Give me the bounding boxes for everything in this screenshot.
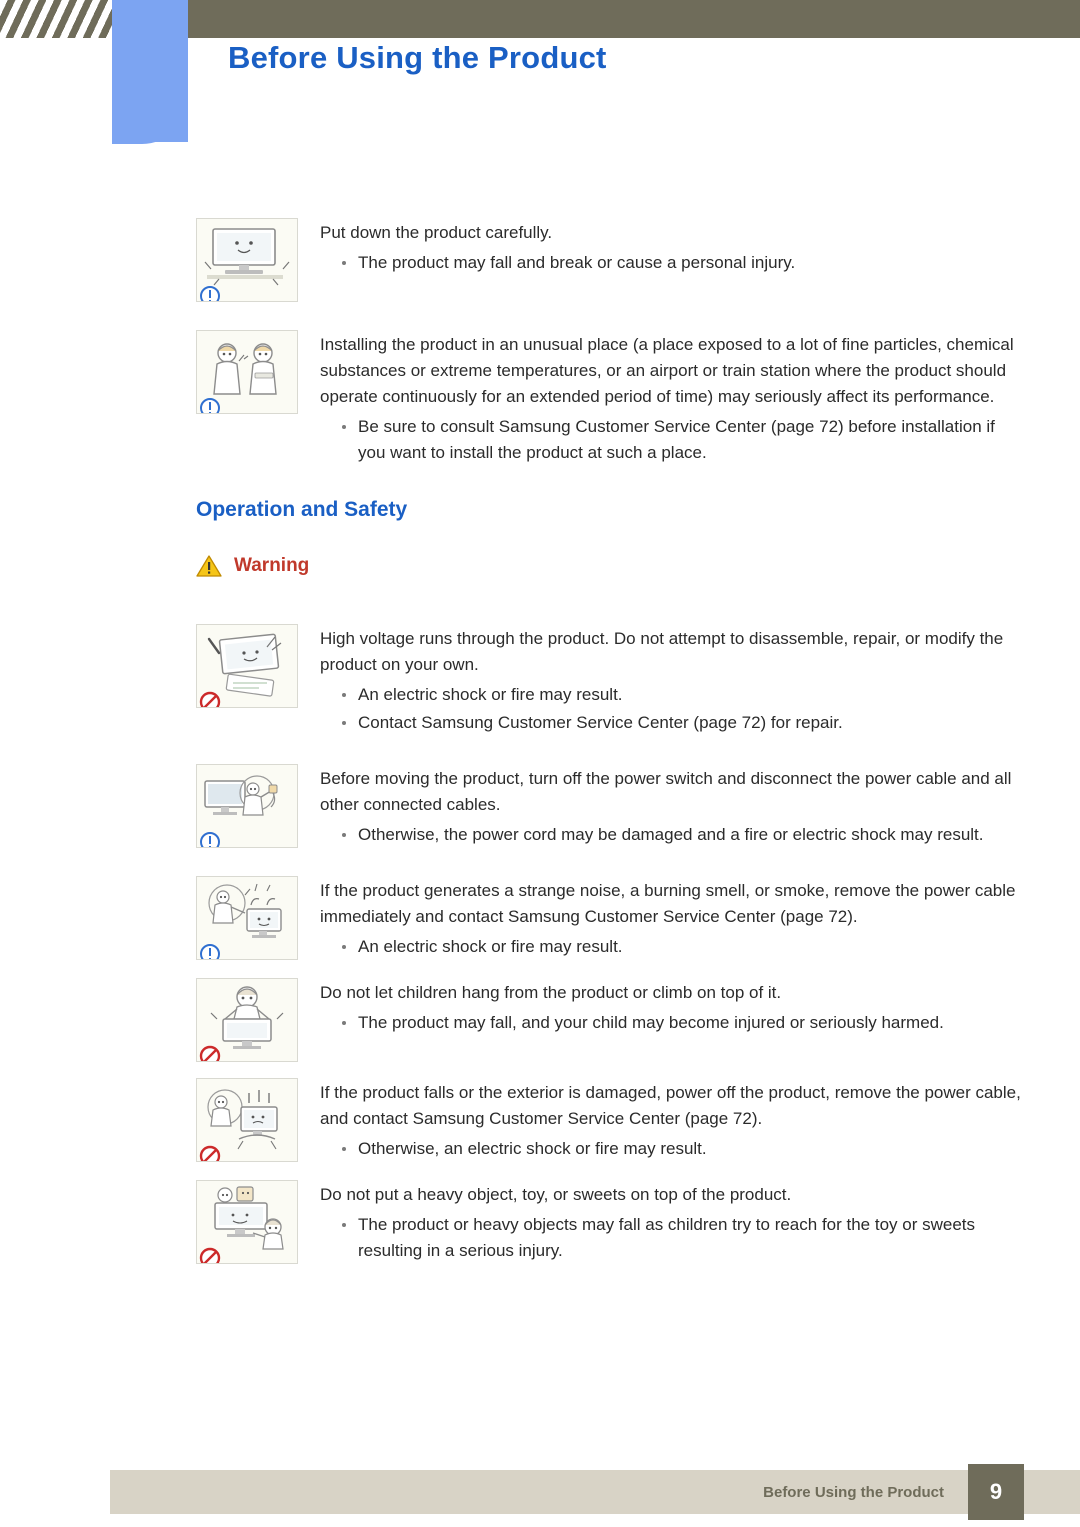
section-heading-operation-and-safety: Operation and Safety (196, 498, 408, 521)
paragraph: Installing the product in an unusual pla… (320, 335, 1014, 406)
warning-heading: Warning (196, 552, 1080, 580)
text-column: Do not put a heavy object, toy, or sweet… (320, 1180, 1024, 1266)
paragraph: Before moving the product, turn off the … (320, 769, 1012, 814)
bullet-item: Contact Samsung Customer Service Center … (320, 710, 1024, 736)
figure-disassemble-prohibited (196, 624, 298, 708)
warning-block-high-voltage: High voltage runs through the product. D… (0, 624, 1080, 738)
warning-block-strange-noise: If the product generates a strange noise… (0, 876, 1080, 962)
bullet-item: Otherwise, an electric shock or fire may… (320, 1136, 1024, 1162)
text-column: High voltage runs through the product. D… (320, 624, 1024, 738)
bullet-list: Otherwise, the power cord may be damaged… (320, 822, 1024, 848)
text-column: Before moving the product, turn off the … (320, 764, 1024, 850)
figure-strange-noise-smoke (196, 876, 298, 960)
bullet-list: An electric shock or fire may result. Co… (320, 682, 1024, 736)
figure-child-hanging-prohibited (196, 978, 298, 1062)
bullet-list: The product or heavy objects may fall as… (320, 1212, 1024, 1264)
instruction-block-unusual-place: Installing the product in an unusual pla… (0, 330, 1080, 468)
instruction-block-put-down-carefully: Put down the product carefully. The prod… (0, 218, 1080, 302)
figure-heavy-object-on-top (196, 1180, 298, 1264)
prohibited-red-icon (199, 691, 221, 707)
bullet-list: Otherwise, an electric shock or fire may… (320, 1136, 1024, 1162)
paragraph: High voltage runs through the product. D… (320, 629, 1004, 674)
caution-blue-icon (200, 398, 220, 413)
paragraph: If the product falls or the exterior is … (320, 1083, 1021, 1128)
bullet-item: An electric shock or fire may result. (320, 682, 1024, 708)
bullet-list: An electric shock or fire may result. (320, 934, 1024, 960)
warning-block-children-hang: Do not let children hang from the produc… (0, 978, 1080, 1062)
bullet-item: An electric shock or fire may result. (320, 934, 1024, 960)
paragraph: Do not let children hang from the produc… (320, 983, 782, 1002)
monitor-put-down-icon (196, 218, 298, 302)
caution-blue-icon (200, 944, 220, 959)
bullet-item: The product or heavy objects may fall as… (320, 1212, 1024, 1264)
prohibited-red-icon (199, 1247, 221, 1263)
header-hatch-decoration (0, 0, 112, 38)
figure-unplug-before-moving (196, 764, 298, 848)
figure-product-falls-damaged (196, 1078, 298, 1162)
figure-monitor-put-down (196, 218, 298, 302)
header-white-gap (100, 38, 112, 142)
paragraph: If the product generates a strange noise… (320, 881, 1016, 926)
child-hanging-prohibited-icon (196, 978, 298, 1062)
text-column: If the product falls or the exterior is … (320, 1078, 1024, 1164)
caution-blue-icon (200, 832, 220, 847)
document-content: Put down the product carefully. The prod… (0, 150, 1080, 1266)
warning-block-before-moving: Before moving the product, turn off the … (0, 764, 1080, 850)
caution-blue-icon (200, 286, 220, 301)
prohibited-red-icon (199, 1145, 221, 1161)
text-column: Put down the product carefully. The prod… (320, 218, 1024, 278)
strange-noise-smoke-icon (196, 876, 298, 960)
bullet-item: The product may fall and break or cause … (320, 250, 1024, 276)
heavy-object-on-top-icon (196, 1180, 298, 1264)
product-falls-damaged-icon (196, 1078, 298, 1162)
warning-triangle-icon (196, 555, 222, 577)
warning-block-product-falls: If the product falls or the exterior is … (0, 1078, 1080, 1164)
figure-workers-unusual-place (196, 330, 298, 414)
text-column: Do not let children hang from the produc… (320, 978, 1024, 1038)
bullet-item: Be sure to consult Samsung Customer Serv… (320, 414, 1024, 466)
paragraph: Do not put a heavy object, toy, or sweet… (320, 1185, 792, 1204)
disassemble-prohibited-icon (196, 624, 298, 708)
prohibited-red-icon (199, 1045, 221, 1061)
text-column: If the product generates a strange noise… (320, 876, 1024, 962)
paragraph: Put down the product carefully. (320, 223, 553, 242)
text-column: Installing the product in an unusual pla… (320, 330, 1024, 468)
footer-chapter-label: Before Using the Product (763, 1484, 944, 1501)
page-number: 9 (989, 1479, 1003, 1504)
warning-block-heavy-object: Do not put a heavy object, toy, or sweet… (0, 1180, 1080, 1266)
unplug-before-moving-icon (196, 764, 298, 848)
workers-unusual-place-icon (196, 330, 298, 414)
bullet-item: The product may fall, and your child may… (320, 1010, 1024, 1036)
page-title: Before Using the Product (228, 40, 607, 75)
bullet-list: Be sure to consult Samsung Customer Serv… (320, 414, 1024, 466)
bullet-list: The product may fall and break or cause … (320, 250, 1024, 276)
warning-label: Warning (234, 555, 310, 576)
bullet-list: The product may fall, and your child may… (320, 1010, 1024, 1036)
footer-page-box: 9 (968, 1464, 1024, 1520)
bullet-item: Otherwise, the power cord may be damaged… (320, 822, 1024, 848)
